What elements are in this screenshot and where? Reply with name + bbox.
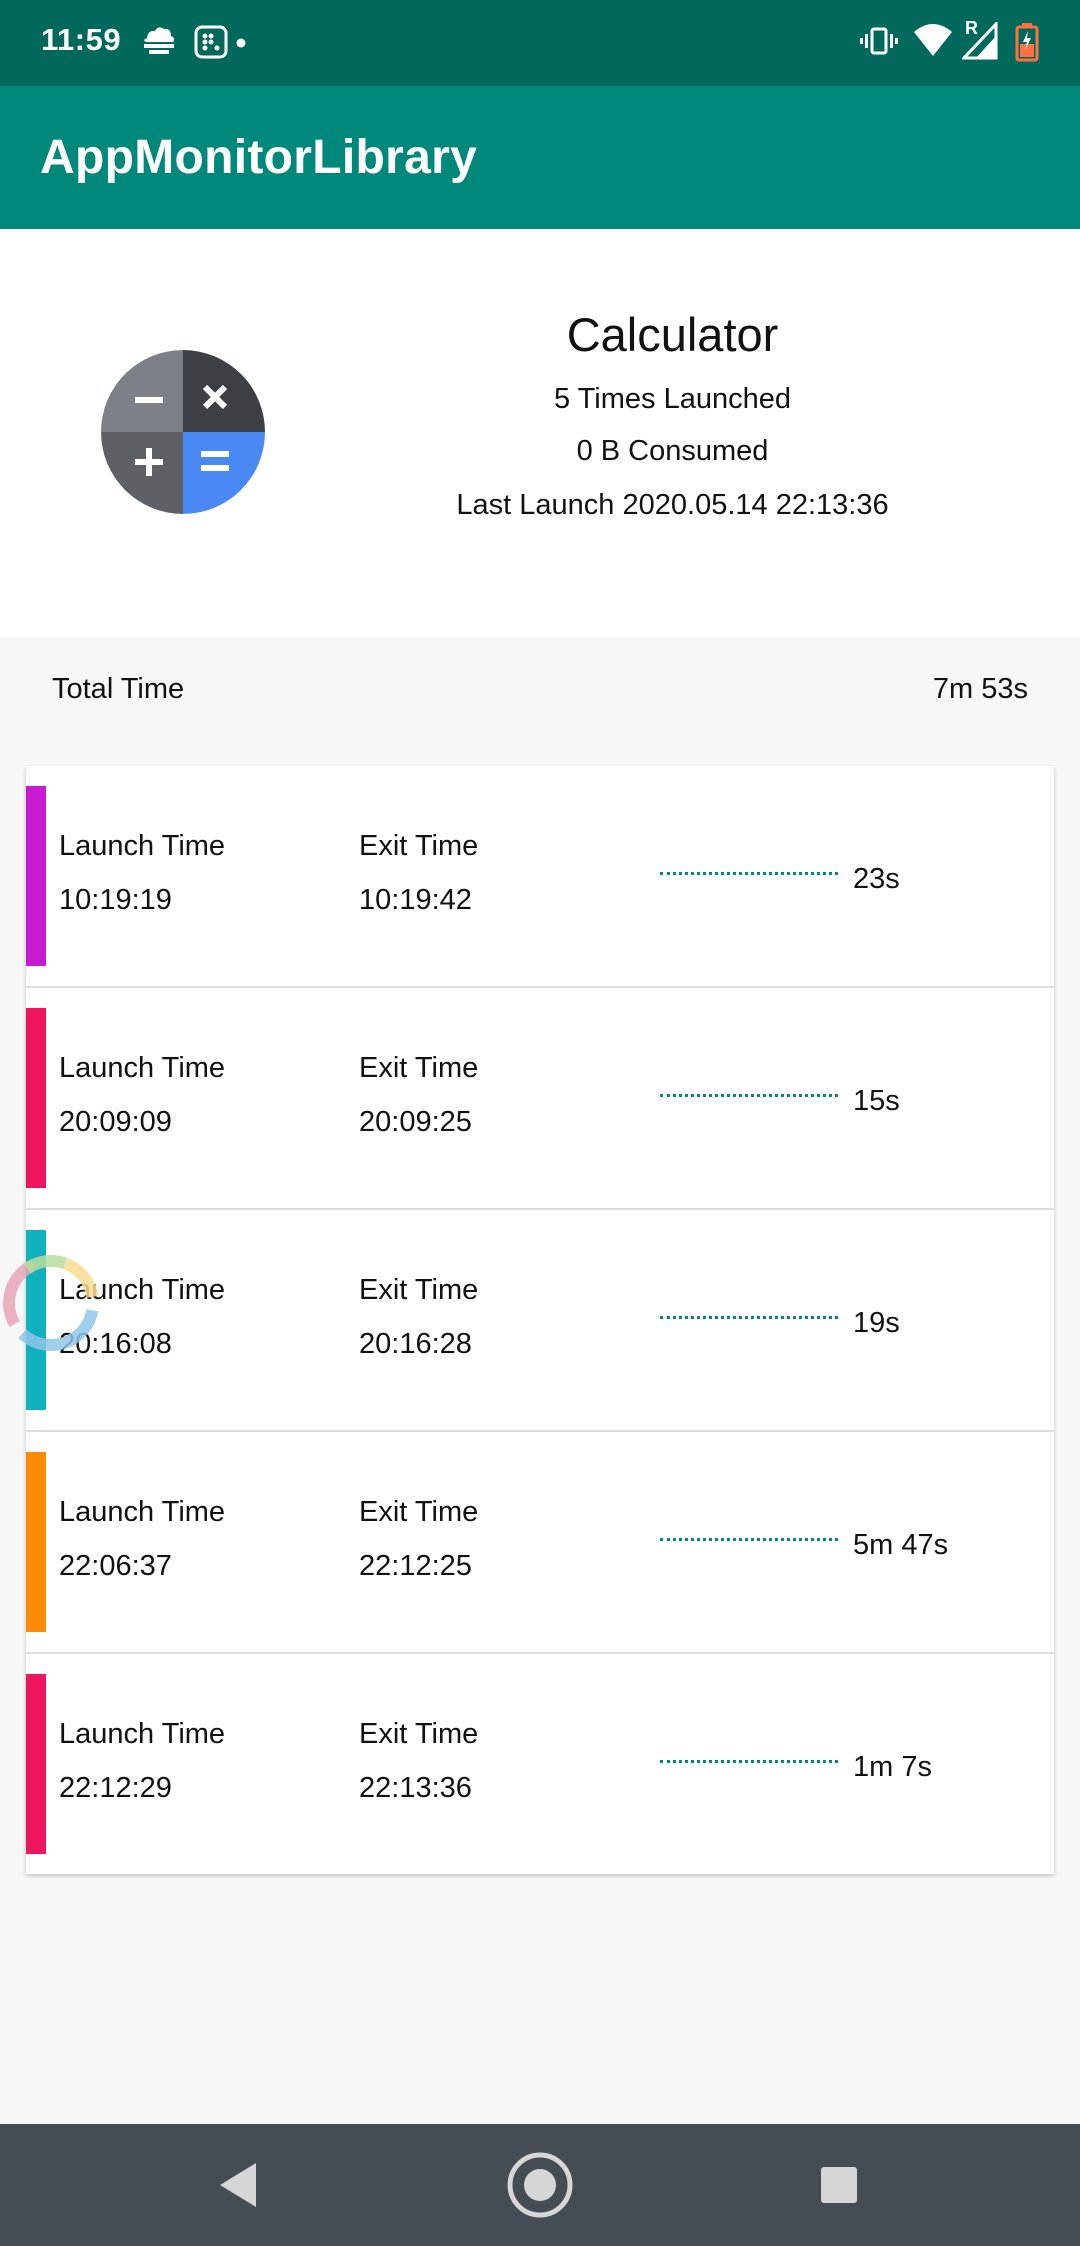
launch-count: 5 Times Launched bbox=[554, 383, 791, 415]
session-row[interactable]: Launch Time 10:19:19 Exit Time 10:19:42 … bbox=[26, 766, 1054, 988]
back-icon[interactable] bbox=[202, 2149, 274, 2221]
app-name: Calculator bbox=[566, 308, 779, 361]
session-row[interactable]: Launch Time 20:09:09 Exit Time 20:09:25 … bbox=[26, 988, 1054, 1210]
app-bar-title: AppMonitorLibrary bbox=[40, 131, 478, 184]
duration-dash-line bbox=[660, 1094, 838, 1097]
launch-time-label: Launch Time bbox=[59, 1718, 226, 1750]
total-time-label: Total Time bbox=[52, 673, 185, 705]
duration-dash-line bbox=[660, 872, 838, 875]
exit-time-value: 10:19:42 bbox=[359, 884, 472, 916]
app-bar: AppMonitorLibrary bbox=[0, 86, 1080, 229]
vibrate-icon bbox=[860, 27, 898, 55]
signal-icon bbox=[962, 22, 998, 60]
status-time: 11:59 bbox=[41, 22, 122, 57]
total-time-value: 7m 53s bbox=[932, 673, 1028, 705]
launch-time-label: Launch Time bbox=[59, 1496, 226, 1528]
exit-time-value: 22:13:36 bbox=[359, 1772, 472, 1804]
app-info-header: Calculator 5 Times Launched 0 B Consumed… bbox=[0, 229, 1080, 637]
dot-icon bbox=[236, 38, 246, 48]
exit-time-value: 20:09:25 bbox=[359, 1106, 472, 1138]
cnbc-tv18-icon bbox=[144, 27, 175, 54]
exit-time-value: 20:16:28 bbox=[359, 1328, 472, 1360]
session-color-bar bbox=[26, 786, 46, 966]
home-icon[interactable] bbox=[504, 2149, 576, 2221]
launch-time-value: 22:06:37 bbox=[59, 1550, 172, 1582]
session-duration: 5m 47s bbox=[853, 1529, 949, 1561]
duration-dash-line bbox=[660, 1316, 838, 1319]
exit-time-label: Exit Time bbox=[359, 1718, 479, 1750]
session-row[interactable]: Launch Time 20:16:08 Exit Time 20:16:28 … bbox=[26, 1210, 1054, 1432]
session-row[interactable]: Launch Time 22:06:37 Exit Time 22:12:25 … bbox=[26, 1432, 1054, 1654]
recents-icon[interactable] bbox=[803, 2149, 875, 2221]
loading-spinner-icon bbox=[2, 1255, 99, 1351]
battery-icon bbox=[1015, 23, 1039, 62]
status-bar: 11:59 R bbox=[0, 0, 1080, 86]
launch-time-value: 22:12:29 bbox=[59, 1772, 172, 1804]
exit-time-label: Exit Time bbox=[359, 1496, 479, 1528]
total-time-row: Total Time 7m 53s bbox=[0, 637, 1080, 765]
launch-time-value: 10:19:19 bbox=[59, 884, 172, 916]
session-color-bar bbox=[26, 1008, 46, 1188]
session-list[interactable]: Launch Time 10:19:19 Exit Time 10:19:42 … bbox=[26, 766, 1054, 1874]
session-duration: 1m 7s bbox=[853, 1751, 932, 1783]
session-duration: 19s bbox=[853, 1307, 900, 1339]
exit-time-value: 22:12:25 bbox=[359, 1550, 472, 1582]
calculator-icon bbox=[101, 350, 265, 514]
duration-dash-line bbox=[660, 1538, 838, 1541]
session-duration: 15s bbox=[853, 1085, 900, 1117]
exit-time-label: Exit Time bbox=[359, 1274, 479, 1306]
launch-time-label: Launch Time bbox=[59, 830, 226, 862]
app-grid-icon bbox=[194, 25, 228, 59]
session-color-bar bbox=[26, 1452, 46, 1632]
session-row[interactable]: Launch Time 22:12:29 Exit Time 22:13:36 … bbox=[26, 1654, 1054, 1874]
session-color-bar bbox=[26, 1674, 46, 1854]
duration-dash-line bbox=[660, 1760, 838, 1763]
navigation-bar bbox=[0, 2124, 1080, 2246]
session-duration: 23s bbox=[853, 863, 900, 895]
launch-time-label: Launch Time bbox=[59, 1052, 226, 1084]
data-consumed: 0 B Consumed bbox=[576, 435, 769, 467]
launch-time-value: 20:09:09 bbox=[59, 1106, 172, 1138]
exit-time-label: Exit Time bbox=[359, 830, 479, 862]
wifi-icon bbox=[914, 24, 952, 56]
last-launch: Last Launch 2020.05.14 22:13:36 bbox=[456, 489, 889, 521]
exit-time-label: Exit Time bbox=[359, 1052, 479, 1084]
